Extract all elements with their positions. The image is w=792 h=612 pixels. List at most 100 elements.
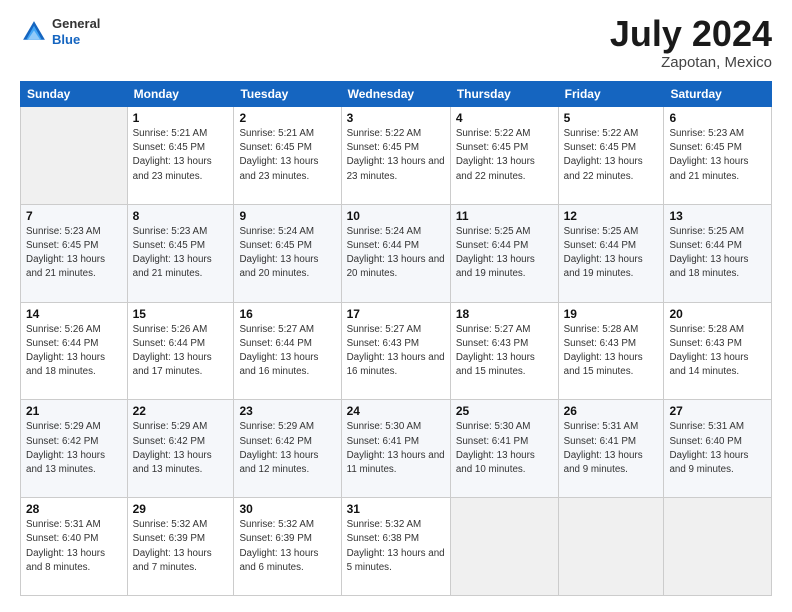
logo-line1: General: [52, 16, 100, 32]
cell-info: Sunrise: 5:27 AMSunset: 6:44 PMDaylight:…: [239, 323, 335, 380]
calendar-week-4: 28Sunrise: 5:31 AMSunset: 6:40 PMDayligh…: [21, 498, 772, 596]
calendar-cell: [21, 107, 128, 205]
calendar-cell: 6 Sunrise: 5:23 AMSunset: 6:45 PMDaylight…: [664, 107, 772, 205]
cell-day-number: 6: [669, 111, 766, 125]
logo-icon: [20, 18, 48, 46]
cell-day-number: 21: [26, 404, 122, 418]
calendar-cell: [664, 498, 772, 596]
cell-day-number: 10: [347, 209, 445, 223]
calendar-week-1: 7 Sunrise: 5:23 AMSunset: 6:45 PMDaylight…: [21, 204, 772, 302]
cell-info: Sunrise: 5:32 AMSunset: 6:38 PMDaylight:…: [347, 518, 445, 575]
cell-day-number: 15: [133, 307, 229, 321]
calendar-cell: 9 Sunrise: 5:24 AMSunset: 6:45 PMDaylight…: [234, 204, 341, 302]
cell-info: Sunrise: 5:32 AMSunset: 6:39 PMDaylight:…: [133, 518, 229, 575]
header: General Blue July 2024 Zapotan, Mexico: [20, 16, 772, 71]
cell-info: Sunrise: 5:27 AMSunset: 6:43 PMDaylight:…: [347, 323, 445, 380]
cell-info: Sunrise: 5:31 AMSunset: 6:40 PMDaylight:…: [669, 420, 766, 477]
calendar-cell: [558, 498, 664, 596]
column-header-monday: Monday: [127, 82, 234, 107]
logo-text: General Blue: [52, 16, 100, 47]
cell-info: Sunrise: 5:26 AMSunset: 6:44 PMDaylight:…: [26, 323, 122, 380]
cell-day-number: 13: [669, 209, 766, 223]
calendar-cell: 21 Sunrise: 5:29 AMSunset: 6:42 PMDayligh…: [21, 400, 128, 498]
calendar-cell: 19Sunrise: 5:28 AMSunset: 6:43 PMDayligh…: [558, 302, 664, 400]
cell-info: Sunrise: 5:26 AMSunset: 6:44 PMDaylight:…: [133, 323, 229, 380]
column-header-wednesday: Wednesday: [341, 82, 450, 107]
cell-day-number: 9: [239, 209, 335, 223]
calendar-table: SundayMondayTuesdayWednesdayThursdayFrid…: [20, 81, 772, 596]
cell-day-number: 23: [239, 404, 335, 418]
logo-line2: Blue: [52, 32, 100, 48]
cell-day-number: 25: [456, 404, 553, 418]
cell-day-number: 3: [347, 111, 445, 125]
cell-day-number: 26: [564, 404, 659, 418]
cell-day-number: 30: [239, 502, 335, 516]
cell-info: Sunrise: 5:24 AMSunset: 6:45 PMDaylight:…: [239, 225, 335, 282]
cell-day-number: 27: [669, 404, 766, 418]
cell-day-number: 16: [239, 307, 335, 321]
calendar-cell: 25 Sunrise: 5:30 AMSunset: 6:41 PMDayligh…: [450, 400, 558, 498]
cell-day-number: 22: [133, 404, 229, 418]
calendar-cell: 17 Sunrise: 5:27 AMSunset: 6:43 PMDayligh…: [341, 302, 450, 400]
cell-day-number: 8: [133, 209, 229, 223]
cell-info: Sunrise: 5:29 AMSunset: 6:42 PMDaylight:…: [26, 420, 122, 477]
calendar-cell: 14 Sunrise: 5:26 AMSunset: 6:44 PMDayligh…: [21, 302, 128, 400]
cell-day-number: 4: [456, 111, 553, 125]
cell-info: Sunrise: 5:23 AMSunset: 6:45 PMDaylight:…: [669, 127, 766, 184]
cell-day-number: 1: [133, 111, 229, 125]
cell-day-number: 31: [347, 502, 445, 516]
cell-info: Sunrise: 5:29 AMSunset: 6:42 PMDaylight:…: [239, 420, 335, 477]
calendar-cell: 15 Sunrise: 5:26 AMSunset: 6:44 PMDayligh…: [127, 302, 234, 400]
column-header-sunday: Sunday: [21, 82, 128, 107]
cell-info: Sunrise: 5:23 AMSunset: 6:45 PMDaylight:…: [26, 225, 122, 282]
calendar-cell: 22 Sunrise: 5:29 AMSunset: 6:42 PMDayligh…: [127, 400, 234, 498]
cell-day-number: 5: [564, 111, 659, 125]
cell-day-number: 12: [564, 209, 659, 223]
cell-info: Sunrise: 5:28 AMSunset: 6:43 PMDaylight:…: [564, 323, 659, 380]
calendar-cell: 29 Sunrise: 5:32 AMSunset: 6:39 PMDayligh…: [127, 498, 234, 596]
cell-info: Sunrise: 5:21 AMSunset: 6:45 PMDaylight:…: [239, 127, 335, 184]
calendar-subtitle: Zapotan, Mexico: [610, 54, 772, 71]
cell-day-number: 29: [133, 502, 229, 516]
cell-info: Sunrise: 5:32 AMSunset: 6:39 PMDaylight:…: [239, 518, 335, 575]
calendar-cell: 11Sunrise: 5:25 AMSunset: 6:44 PMDayligh…: [450, 204, 558, 302]
cell-info: Sunrise: 5:31 AMSunset: 6:41 PMDaylight:…: [564, 420, 659, 477]
cell-info: Sunrise: 5:22 AMSunset: 6:45 PMDaylight:…: [456, 127, 553, 184]
calendar-cell: [450, 498, 558, 596]
page: General Blue July 2024 Zapotan, Mexico S…: [0, 0, 792, 612]
cell-info: Sunrise: 5:23 AMSunset: 6:45 PMDaylight:…: [133, 225, 229, 282]
cell-day-number: 17: [347, 307, 445, 321]
cell-day-number: 24: [347, 404, 445, 418]
calendar-cell: 30 Sunrise: 5:32 AMSunset: 6:39 PMDayligh…: [234, 498, 341, 596]
calendar-cell: 3 Sunrise: 5:22 AMSunset: 6:45 PMDaylight…: [341, 107, 450, 205]
logo: General Blue: [20, 16, 100, 47]
column-header-saturday: Saturday: [664, 82, 772, 107]
cell-info: Sunrise: 5:30 AMSunset: 6:41 PMDaylight:…: [456, 420, 553, 477]
calendar-cell: 1Sunrise: 5:21 AMSunset: 6:45 PMDaylight…: [127, 107, 234, 205]
calendar-week-2: 14 Sunrise: 5:26 AMSunset: 6:44 PMDayligh…: [21, 302, 772, 400]
calendar-cell: 10Sunrise: 5:24 AMSunset: 6:44 PMDayligh…: [341, 204, 450, 302]
cell-info: Sunrise: 5:22 AMSunset: 6:45 PMDaylight:…: [347, 127, 445, 184]
calendar-cell: 5Sunrise: 5:22 AMSunset: 6:45 PMDaylight…: [558, 107, 664, 205]
calendar-week-0: 1 Sunrise: 5:21 AMSunset: 6:45 PMDaylight…: [21, 107, 772, 205]
calendar-cell: 20 Sunrise: 5:28 AMSunset: 6:43 PMDayligh…: [664, 302, 772, 400]
calendar-cell: 28Sunrise: 5:31 AMSunset: 6:40 PMDayligh…: [21, 498, 128, 596]
calendar-title: July 2024: [610, 16, 772, 52]
title-block: July 2024 Zapotan, Mexico: [610, 16, 772, 71]
cell-day-number: 7: [26, 209, 122, 223]
calendar-cell: 27 Sunrise: 5:31 AMSunset: 6:40 PMDayligh…: [664, 400, 772, 498]
cell-info: Sunrise: 5:29 AMSunset: 6:42 PMDaylight:…: [133, 420, 229, 477]
calendar-cell: 16 Sunrise: 5:27 AMSunset: 6:44 PMDayligh…: [234, 302, 341, 400]
cell-day-number: 14: [26, 307, 122, 321]
calendar-cell: 2Sunrise: 5:21 AMSunset: 6:45 PMDaylight…: [234, 107, 341, 205]
cell-info: Sunrise: 5:27 AMSunset: 6:43 PMDaylight:…: [456, 323, 553, 380]
calendar-cell: 23 Sunrise: 5:29 AMSunset: 6:42 PMDayligh…: [234, 400, 341, 498]
cell-info: Sunrise: 5:28 AMSunset: 6:43 PMDaylight:…: [669, 323, 766, 380]
column-header-thursday: Thursday: [450, 82, 558, 107]
calendar-cell: 8 Sunrise: 5:23 AMSunset: 6:45 PMDaylight…: [127, 204, 234, 302]
calendar-cell: 26 Sunrise: 5:31 AMSunset: 6:41 PMDayligh…: [558, 400, 664, 498]
cell-day-number: 20: [669, 307, 766, 321]
calendar-cell: 24Sunrise: 5:30 AMSunset: 6:41 PMDayligh…: [341, 400, 450, 498]
column-header-tuesday: Tuesday: [234, 82, 341, 107]
calendar-header-row: SundayMondayTuesdayWednesdayThursdayFrid…: [21, 82, 772, 107]
